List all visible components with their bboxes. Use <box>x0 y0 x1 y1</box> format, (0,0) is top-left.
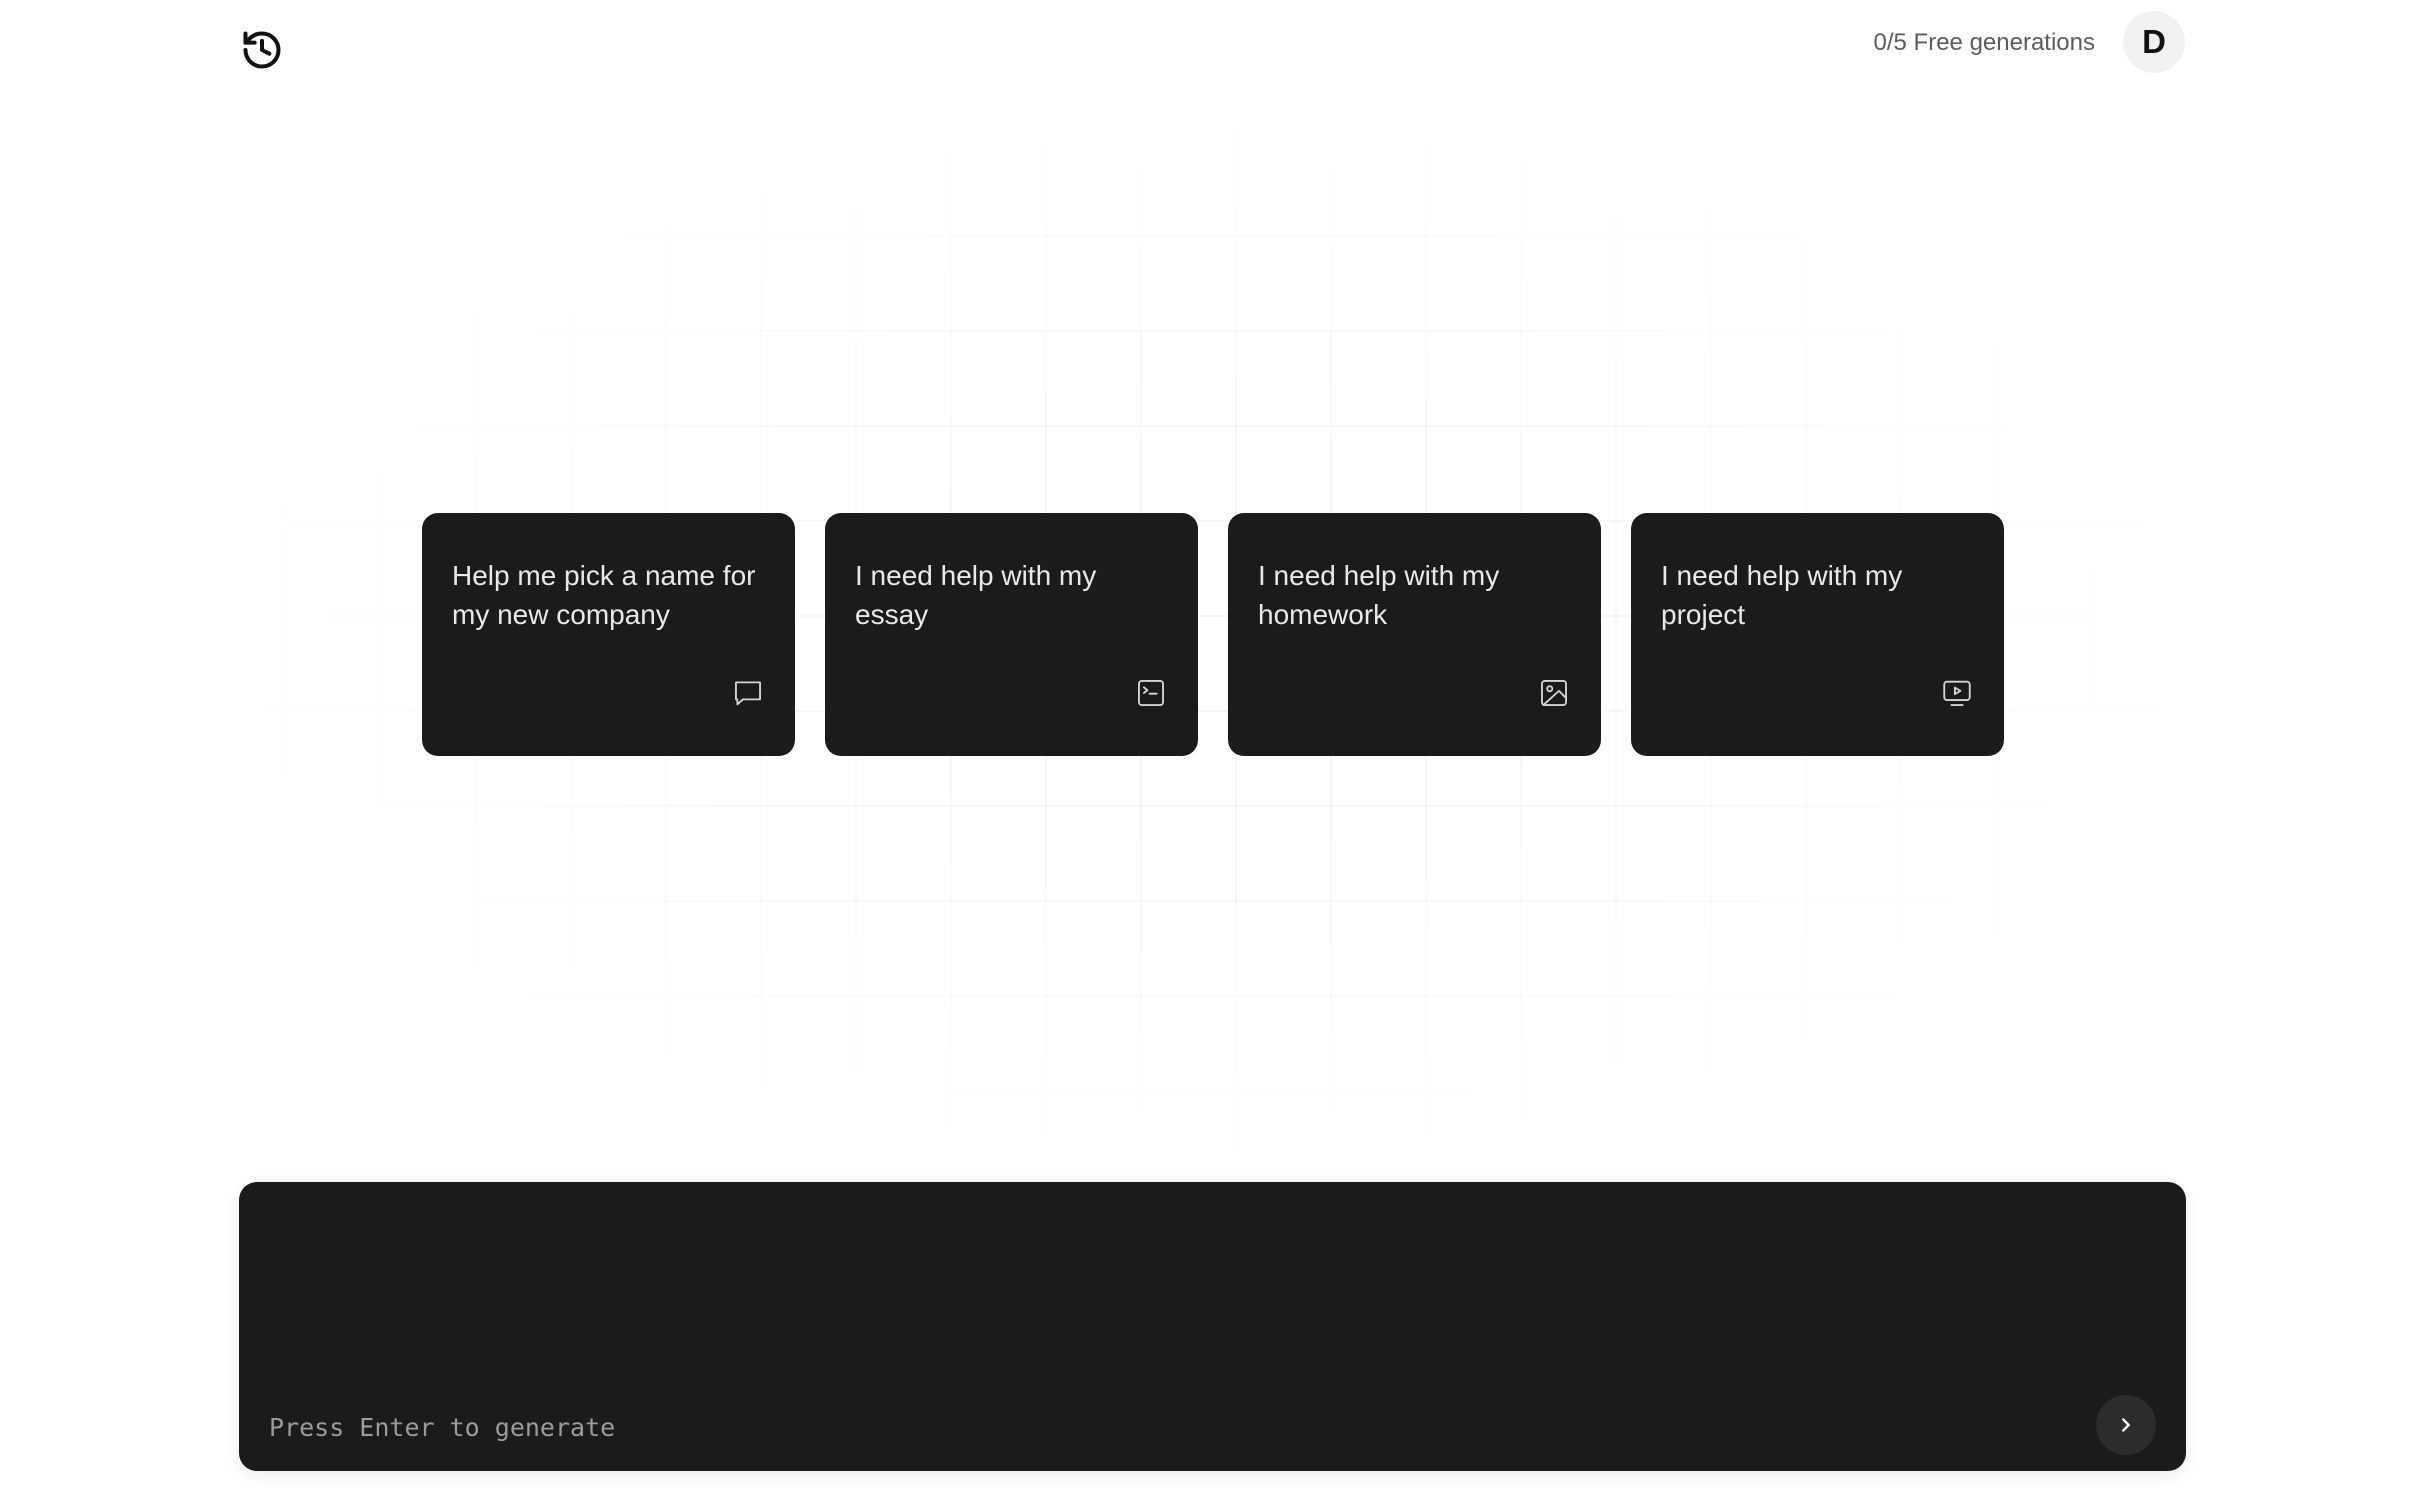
suggestion-cards: Help me pick a name for my new company I… <box>422 513 2004 756</box>
prompt-box <box>239 1182 2186 1471</box>
submit-button[interactable] <box>2096 1395 2156 1455</box>
image-icon <box>1537 676 1571 710</box>
suggestion-card-text: I need help with my homework <box>1258 560 1500 630</box>
chevron-right-icon <box>2115 1414 2137 1436</box>
suggestion-card-text: I need help with my essay <box>855 560 1097 630</box>
video-play-icon <box>1940 676 1974 710</box>
suggestion-card-essay[interactable]: I need help with my essay <box>825 513 1198 756</box>
suggestion-card-homework[interactable]: I need help with my homework <box>1228 513 1601 756</box>
terminal-icon <box>1134 676 1168 710</box>
suggestion-card-project[interactable]: I need help with my project <box>1631 513 2004 756</box>
chat-bubble-icon <box>731 676 765 710</box>
avatar[interactable]: D <box>2123 11 2185 73</box>
suggestion-card-company-name[interactable]: Help me pick a name for my new company <box>422 513 795 756</box>
app-page: 0/5 Free generations D Help me pick a na… <box>0 0 2424 1512</box>
history-icon <box>240 28 284 72</box>
avatar-initial: D <box>2142 23 2166 60</box>
prompt-input[interactable] <box>269 1407 2049 1447</box>
suggestion-card-text: Help me pick a name for my new company <box>452 560 756 630</box>
free-generations-counter: 0/5 Free generations <box>1873 29 2095 56</box>
suggestion-card-text: I need help with my project <box>1661 560 1903 630</box>
history-button[interactable] <box>236 24 288 76</box>
